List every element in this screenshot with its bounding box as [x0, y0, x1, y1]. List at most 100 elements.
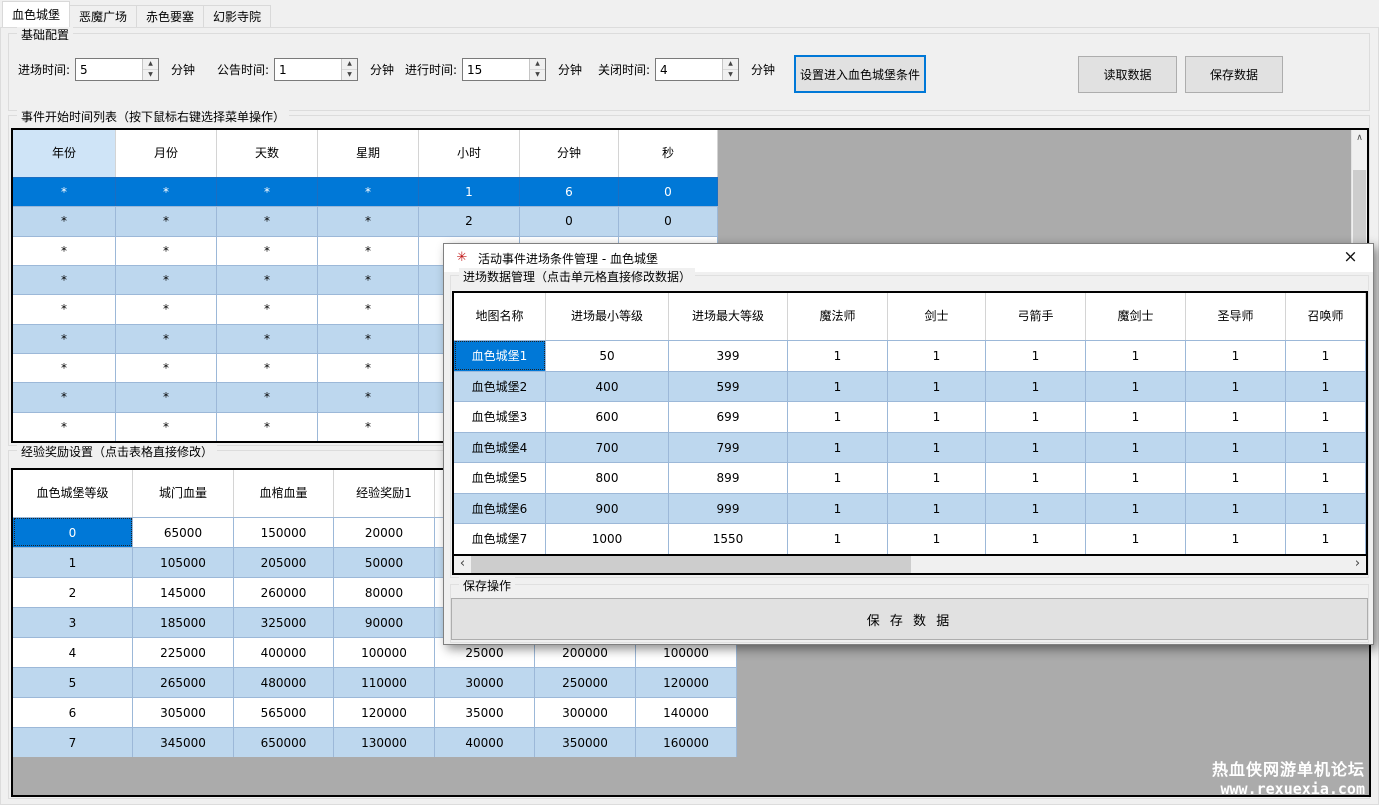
- table-cell[interactable]: 345000: [133, 727, 234, 757]
- table-cell[interactable]: *: [217, 265, 318, 294]
- column-header[interactable]: 经验奖励1: [334, 470, 435, 517]
- table-cell[interactable]: *: [13, 177, 116, 206]
- table-cell[interactable]: *: [217, 412, 318, 441]
- table-cell[interactable]: 65000: [133, 517, 234, 547]
- table-cell[interactable]: 1: [788, 432, 888, 463]
- table-cell[interactable]: 血色城堡5: [454, 462, 546, 493]
- table-cell[interactable]: 1: [888, 523, 986, 554]
- table-cell[interactable]: 565000: [234, 697, 334, 727]
- tab-illusion-temple[interactable]: 幻影寺院: [203, 5, 271, 27]
- table-cell[interactable]: 400000: [234, 637, 334, 667]
- spin-down-icon[interactable]: ▼: [143, 70, 158, 80]
- table-cell[interactable]: 160000: [636, 727, 737, 757]
- table-cell[interactable]: *: [217, 177, 318, 206]
- table-cell[interactable]: 1: [1086, 462, 1186, 493]
- table-cell[interactable]: 140000: [636, 697, 737, 727]
- table-cell[interactable]: 35000: [435, 697, 535, 727]
- table-cell[interactable]: 1: [1186, 523, 1286, 554]
- table-cell[interactable]: 1: [1286, 523, 1366, 554]
- table-cell[interactable]: 120000: [636, 667, 737, 697]
- table-cell[interactable]: 399: [669, 340, 788, 371]
- table-cell[interactable]: 650000: [234, 727, 334, 757]
- table-cell[interactable]: 305000: [133, 697, 234, 727]
- table-cell[interactable]: 2: [13, 577, 133, 607]
- table-cell[interactable]: 血色城堡3: [454, 401, 546, 432]
- table-cell[interactable]: 1: [1286, 401, 1366, 432]
- table-cell[interactable]: 1: [888, 340, 986, 371]
- table-cell[interactable]: 1: [986, 523, 1086, 554]
- table-cell[interactable]: 30000: [435, 667, 535, 697]
- table-cell[interactable]: *: [318, 412, 419, 441]
- hscroll-thumb[interactable]: [471, 556, 911, 573]
- table-cell[interactable]: 20000: [334, 517, 435, 547]
- table-cell[interactable]: 血色城堡7: [454, 523, 546, 554]
- table-cell[interactable]: 1: [1186, 401, 1286, 432]
- duration-time-input[interactable]: ▲ ▼: [462, 58, 546, 81]
- table-cell[interactable]: 1: [788, 462, 888, 493]
- column-header[interactable]: 血棺血量: [234, 470, 334, 517]
- table-cell[interactable]: *: [318, 324, 419, 353]
- table-cell[interactable]: 1: [986, 493, 1086, 524]
- announce-time-input[interactable]: ▲ ▼: [274, 58, 358, 81]
- column-header[interactable]: 进场最小等级: [546, 293, 669, 340]
- scroll-left-icon[interactable]: ‹: [454, 556, 471, 573]
- table-cell[interactable]: *: [116, 412, 217, 441]
- table-cell[interactable]: 1: [1086, 340, 1186, 371]
- column-header[interactable]: 小时: [419, 130, 520, 177]
- table-cell[interactable]: 1: [1186, 340, 1286, 371]
- table-cell[interactable]: *: [318, 294, 419, 323]
- entry-table-hscrollbar[interactable]: ‹ ›: [452, 556, 1368, 575]
- table-cell[interactable]: *: [13, 294, 116, 323]
- column-header[interactable]: 城门血量: [133, 470, 234, 517]
- dialog-save-data-button[interactable]: 保 存 数 据: [451, 598, 1368, 640]
- column-header[interactable]: 血色城堡等级: [13, 470, 133, 517]
- save-data-button[interactable]: 保存数据: [1185, 56, 1283, 93]
- table-cell[interactable]: 1000: [546, 523, 669, 554]
- table-cell[interactable]: *: [116, 324, 217, 353]
- table-cell[interactable]: 0: [520, 206, 619, 235]
- entry-time-value[interactable]: [76, 59, 142, 80]
- table-cell[interactable]: *: [217, 324, 318, 353]
- table-cell[interactable]: 1: [419, 177, 520, 206]
- table-cell[interactable]: 1: [986, 340, 1086, 371]
- table-cell[interactable]: 1: [986, 432, 1086, 463]
- table-cell[interactable]: 血色城堡4: [454, 432, 546, 463]
- table-cell[interactable]: 600: [546, 401, 669, 432]
- table-cell[interactable]: 3: [13, 607, 133, 637]
- table-cell[interactable]: 900: [546, 493, 669, 524]
- spin-down-icon[interactable]: ▼: [723, 70, 738, 80]
- spin-up-icon[interactable]: ▲: [530, 59, 545, 70]
- table-cell[interactable]: *: [13, 206, 116, 235]
- table-cell[interactable]: 1: [1186, 493, 1286, 524]
- table-cell[interactable]: 1: [1186, 462, 1286, 493]
- table-cell[interactable]: 1: [788, 493, 888, 524]
- table-cell[interactable]: 1: [888, 401, 986, 432]
- table-cell[interactable]: 1: [1086, 432, 1186, 463]
- table-cell[interactable]: 1550: [669, 523, 788, 554]
- table-cell[interactable]: 260000: [234, 577, 334, 607]
- table-cell[interactable]: 7: [13, 727, 133, 757]
- table-cell[interactable]: 0: [619, 206, 718, 235]
- table-cell[interactable]: 265000: [133, 667, 234, 697]
- table-cell[interactable]: 145000: [133, 577, 234, 607]
- table-cell[interactable]: 1: [888, 462, 986, 493]
- table-cell[interactable]: 0: [13, 517, 133, 547]
- entry-time-input[interactable]: ▲ ▼: [75, 58, 159, 81]
- column-header[interactable]: 天数: [217, 130, 318, 177]
- spin-down-icon[interactable]: ▼: [342, 70, 357, 80]
- table-cell[interactable]: 2: [419, 206, 520, 235]
- table-cell[interactable]: 800: [546, 462, 669, 493]
- table-cell[interactable]: 1: [1086, 523, 1186, 554]
- column-header[interactable]: 弓箭手: [986, 293, 1086, 340]
- table-cell[interactable]: 300000: [535, 697, 636, 727]
- table-cell[interactable]: 1: [986, 401, 1086, 432]
- table-cell[interactable]: 325000: [234, 607, 334, 637]
- table-cell[interactable]: *: [318, 353, 419, 382]
- table-cell[interactable]: *: [116, 236, 217, 265]
- table-cell[interactable]: 350000: [535, 727, 636, 757]
- table-cell[interactable]: 150000: [234, 517, 334, 547]
- table-cell[interactable]: 130000: [334, 727, 435, 757]
- table-cell[interactable]: 999: [669, 493, 788, 524]
- table-cell[interactable]: 1: [1186, 371, 1286, 402]
- table-cell[interactable]: 1: [888, 432, 986, 463]
